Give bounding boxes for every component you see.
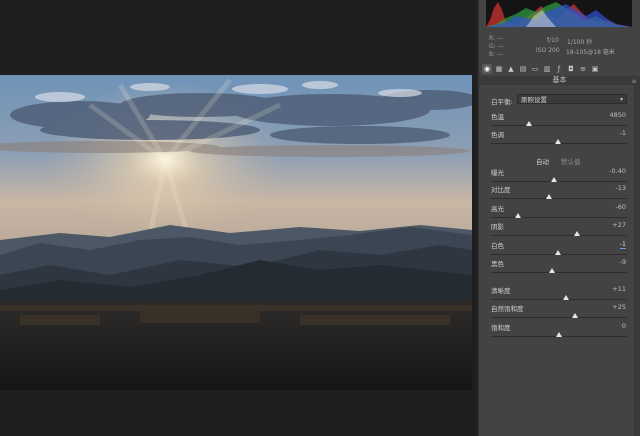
white-balance-select[interactable]: 原照设置 ▾ bbox=[517, 94, 627, 104]
aperture-icon[interactable]: ◉ bbox=[482, 64, 492, 74]
default-button[interactable]: 默认值 bbox=[561, 156, 581, 166]
highlights-value[interactable]: -60 bbox=[615, 203, 626, 211]
blacks-label: 黑色 bbox=[491, 260, 504, 268]
exposure-value[interactable]: -0.40 bbox=[609, 167, 626, 175]
contrast-slider-thumb[interactable] bbox=[546, 194, 553, 199]
clarity-value[interactable]: +11 bbox=[612, 285, 626, 293]
r-readout: R: --- bbox=[489, 35, 504, 42]
temp-label: 色温 bbox=[491, 113, 504, 121]
hsl-icon[interactable]: ▤ bbox=[518, 64, 528, 74]
lens: 18-105@18 毫米 bbox=[566, 49, 615, 56]
saturation-slider-thumb[interactable] bbox=[556, 332, 562, 337]
tint-value[interactable]: -1 bbox=[620, 129, 626, 137]
shadows-label: 阴影 bbox=[491, 223, 504, 231]
whites-label: 白色 bbox=[491, 242, 504, 250]
histogram bbox=[486, 0, 632, 27]
lens-corrections-icon[interactable]: ▥ bbox=[542, 64, 552, 74]
panel-menu-icon[interactable]: ≡ bbox=[631, 77, 637, 85]
b-readout: B: --- bbox=[489, 51, 504, 58]
contrast-slider-track[interactable] bbox=[491, 198, 627, 199]
temp-value[interactable]: 4850 bbox=[609, 111, 626, 119]
saturation-label: 饱和度 bbox=[491, 324, 511, 332]
blacks-value[interactable]: -9 bbox=[620, 258, 626, 266]
highlights-slider-track[interactable] bbox=[491, 217, 627, 218]
clarity-slider-track[interactable] bbox=[491, 299, 627, 300]
whites-slider-thumb[interactable] bbox=[554, 250, 561, 255]
highlights-label: 高光 bbox=[491, 205, 504, 213]
exposure-label: 曝光 bbox=[491, 169, 504, 177]
presets-icon[interactable]: ≡ bbox=[578, 64, 588, 74]
iso: ISO 200 bbox=[536, 47, 560, 54]
auto-button[interactable]: 自动 bbox=[536, 156, 549, 166]
panel-scrollbar[interactable] bbox=[634, 85, 640, 436]
vibrance-slider-track[interactable] bbox=[491, 317, 627, 318]
section-title: 基本 bbox=[552, 76, 567, 84]
contrast-label: 对比度 bbox=[491, 186, 511, 194]
blacks-slider-thumb[interactable] bbox=[549, 268, 556, 273]
effects-icon[interactable]: ƒ bbox=[554, 64, 564, 74]
tone-curve-icon[interactable]: ▦ bbox=[494, 64, 504, 74]
vibrance-slider-thumb[interactable] bbox=[572, 313, 579, 318]
shadows-slider-track[interactable] bbox=[491, 235, 627, 236]
detail-icon[interactable]: ▲ bbox=[506, 64, 516, 74]
snapshots-icon[interactable]: ▣ bbox=[590, 64, 600, 74]
saturation-value[interactable]: 0 bbox=[622, 322, 626, 330]
shadows-value[interactable]: +27 bbox=[612, 221, 626, 229]
panel-tabs: ◉ ▦ ▲ ▤ ▭ ▥ ƒ ◘ ≡ ▣ bbox=[479, 62, 640, 76]
clarity-label: 清晰度 bbox=[491, 287, 511, 295]
tint-label: 色调 bbox=[491, 131, 504, 139]
section-header: 基本 ≡ bbox=[479, 76, 640, 85]
highlights-slider-thumb[interactable] bbox=[515, 213, 522, 218]
whites-value[interactable]: -1 bbox=[619, 240, 626, 249]
white-balance-value: 原照设置 bbox=[521, 96, 547, 104]
camera-calibration-icon[interactable]: ◘ bbox=[566, 64, 576, 74]
chevron-down-icon: ▾ bbox=[619, 96, 623, 103]
temp-slider-thumb[interactable] bbox=[526, 121, 533, 126]
split-toning-icon[interactable]: ▭ bbox=[530, 64, 540, 74]
shutter-speed: 1/100 秒 bbox=[567, 39, 593, 46]
g-readout: G: --- bbox=[489, 43, 505, 50]
white-balance-label: 白平衡: bbox=[491, 98, 513, 106]
contrast-value[interactable]: -13 bbox=[615, 184, 626, 192]
aperture: f/10 bbox=[547, 37, 559, 44]
tint-slider-thumb[interactable] bbox=[554, 139, 561, 144]
temp-slider-track[interactable] bbox=[491, 125, 627, 126]
preview-photo bbox=[0, 75, 472, 390]
image-canvas[interactable] bbox=[0, 0, 479, 436]
rgb-readout: R: --- G: --- B: --- f/10 1/100 秒 ISO 20… bbox=[479, 29, 640, 61]
blacks-slider-track[interactable] bbox=[491, 272, 627, 273]
exposure-slider-thumb[interactable] bbox=[550, 177, 557, 182]
vibrance-value[interactable]: +25 bbox=[612, 303, 626, 311]
exposure-slider-track[interactable] bbox=[491, 181, 627, 182]
vibrance-label: 自然饱和度 bbox=[491, 305, 524, 313]
clarity-slider-thumb[interactable] bbox=[562, 295, 569, 300]
shadows-slider-thumb[interactable] bbox=[573, 231, 580, 236]
